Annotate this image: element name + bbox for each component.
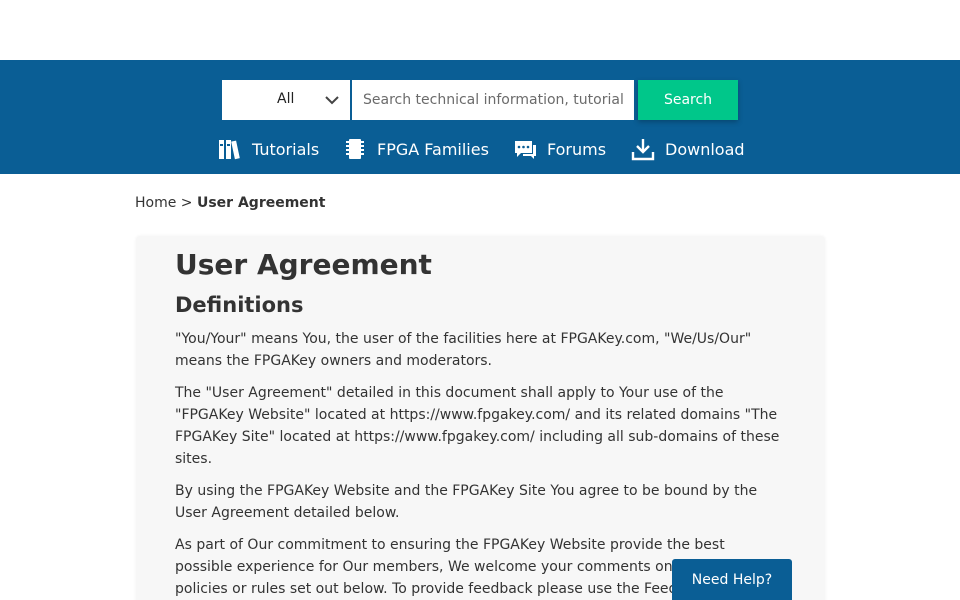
chip-icon [346,139,364,159]
breadcrumb: Home > User Agreement [135,195,325,211]
nav-tutorials[interactable]: Tutorials [218,134,319,164]
nav-download-label: Download [665,139,745,159]
paragraph: By using the FPGAKey Website and the FPG… [175,483,758,521]
download-icon [631,139,655,161]
nav-forums-label: Forums [547,139,607,159]
search-scope-value: All [277,91,295,107]
main-nav: Tutorials FPGA Families Forums Download [0,134,960,164]
paragraph: The "User Agreement" detailed in this do… [175,385,780,467]
paragraph: "You/Your" means You, the user of the fa… [175,331,752,369]
content-card: User Agreement Definitions "You/Your" me… [136,236,825,600]
breadcrumb-home-link[interactable]: Home [135,195,176,211]
search-button[interactable]: Search [638,80,738,120]
section-title-definitions: Definitions [175,293,304,317]
need-help-button[interactable]: Need Help? [672,559,792,600]
nav-fpga-families-label: FPGA Families [377,139,489,159]
search-input[interactable] [352,80,634,120]
nav-tutorials-label: Tutorials [252,139,320,159]
chevron-down-icon [325,96,339,105]
breadcrumb-separator: > [180,195,193,211]
chat-icon [515,141,536,159]
nav-forums[interactable]: Forums [513,134,606,164]
nav-fpga-families[interactable]: FPGA Families [343,134,489,164]
breadcrumb-current: User Agreement [196,195,326,211]
books-icon [219,140,240,160]
page-title: User Agreement [175,248,432,281]
search-scope-select[interactable]: All [222,80,352,120]
nav-download[interactable]: Download [631,134,745,164]
top-strip [0,0,960,60]
article: User Agreement Definitions "You/Your" me… [175,248,785,600]
search-bar: All Search [222,80,738,120]
site-header: All Search Tutorials [0,60,960,174]
